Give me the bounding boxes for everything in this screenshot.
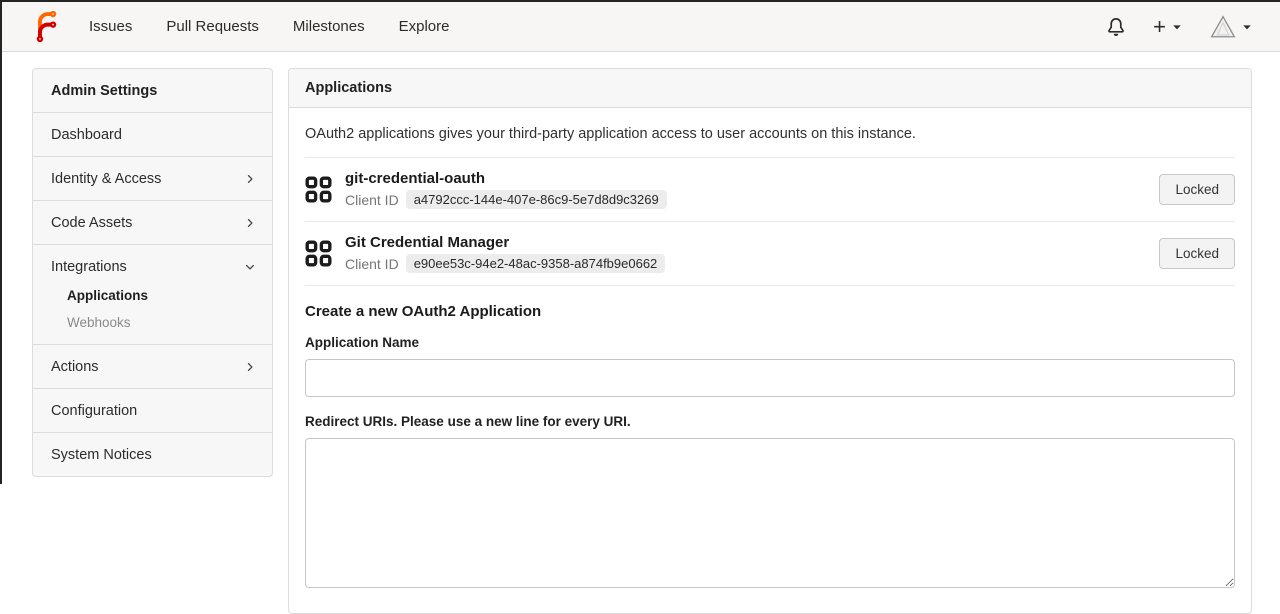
sidebar-title: Admin Settings: [51, 82, 158, 99]
app-name: Git Credential Manager: [345, 234, 510, 251]
application-name-input[interactable]: [305, 359, 1235, 397]
sidebar-item-configuration[interactable]: Configuration: [33, 389, 272, 432]
sidebar-item-identity-access[interactable]: Identity & Access: [33, 157, 272, 200]
client-id-label: Client ID: [345, 255, 399, 272]
nav-link-issues[interactable]: Issues: [89, 18, 132, 35]
redirect-uris-textarea[interactable]: [305, 438, 1235, 588]
app-name: git-credential-oauth: [345, 170, 486, 187]
panel-body: OAuth2 applications gives your third-par…: [289, 108, 1251, 613]
locked-button[interactable]: Locked: [1159, 238, 1235, 269]
navbar-right: +: [1107, 14, 1252, 40]
panel-title: Applications: [289, 69, 1251, 108]
navbar-links: Issues Pull Requests Milestones Explore: [89, 18, 449, 35]
nav-link-explore[interactable]: Explore: [399, 18, 450, 35]
sidebar-item-integrations[interactable]: Integrations: [33, 245, 272, 288]
nav-link-milestones[interactable]: Milestones: [293, 18, 365, 35]
client-id-label: Client ID: [345, 191, 399, 208]
apps-grid-icon: [305, 240, 332, 267]
notifications-button[interactable]: [1107, 17, 1125, 36]
chevron-down-icon: [244, 261, 256, 273]
client-id-value: a4792ccc-144e-407e-86c9-5e7d8d9c3269: [405, 190, 667, 209]
avatar: [1210, 14, 1236, 40]
page-content: Admin Settings Dashboard Identity & Acce…: [2, 52, 1280, 614]
sidebar-item-dashboard[interactable]: Dashboard: [33, 113, 272, 156]
divider: [305, 285, 1235, 286]
plus-icon: +: [1153, 13, 1166, 39]
sidebar-item-actions[interactable]: Actions: [33, 345, 272, 388]
application-name-label: Application Name: [305, 335, 420, 350]
sidebar-item-applications[interactable]: Applications: [67, 288, 256, 303]
chevron-right-icon: [244, 173, 256, 185]
create-new-dropdown[interactable]: +: [1153, 13, 1182, 39]
applications-panel: Applications OAuth2 applications gives y…: [288, 68, 1252, 614]
top-navbar: Issues Pull Requests Milestones Explore …: [2, 2, 1280, 52]
oauth-app-row: Git Credential Manager Client ID e90ee53…: [305, 222, 1235, 285]
sidebar-item-system-notices[interactable]: System Notices: [33, 433, 272, 476]
locked-button[interactable]: Locked: [1159, 174, 1235, 205]
sidebar-item-webhooks[interactable]: Webhooks: [67, 315, 256, 330]
oauth2-description: OAuth2 applications gives your third-par…: [305, 126, 916, 142]
client-id-value: e90ee53c-94e2-48ac-9358-a874fb9e0662: [405, 254, 666, 273]
nav-link-pull-requests[interactable]: Pull Requests: [166, 18, 259, 35]
redirect-uris-label: Redirect URIs. Please use a new line for…: [305, 414, 631, 429]
chevron-down-icon: [1172, 22, 1182, 32]
user-menu-dropdown[interactable]: [1210, 14, 1252, 40]
admin-settings-sidebar: Admin Settings Dashboard Identity & Acce…: [32, 68, 273, 477]
create-oauth2-title: Create a new OAuth2 Application: [305, 303, 542, 320]
chevron-right-icon: [244, 361, 256, 373]
oauth-app-row: git-credential-oauth Client ID a4792ccc-…: [305, 158, 1235, 221]
sidebar-item-code-assets[interactable]: Code Assets: [33, 201, 272, 244]
forgejo-logo-icon[interactable]: [30, 10, 63, 43]
chevron-down-icon: [1242, 22, 1252, 32]
apps-grid-icon: [305, 176, 332, 203]
integrations-submenu: Applications Webhooks: [33, 288, 272, 344]
chevron-right-icon: [244, 217, 256, 229]
bell-icon: [1107, 17, 1125, 36]
